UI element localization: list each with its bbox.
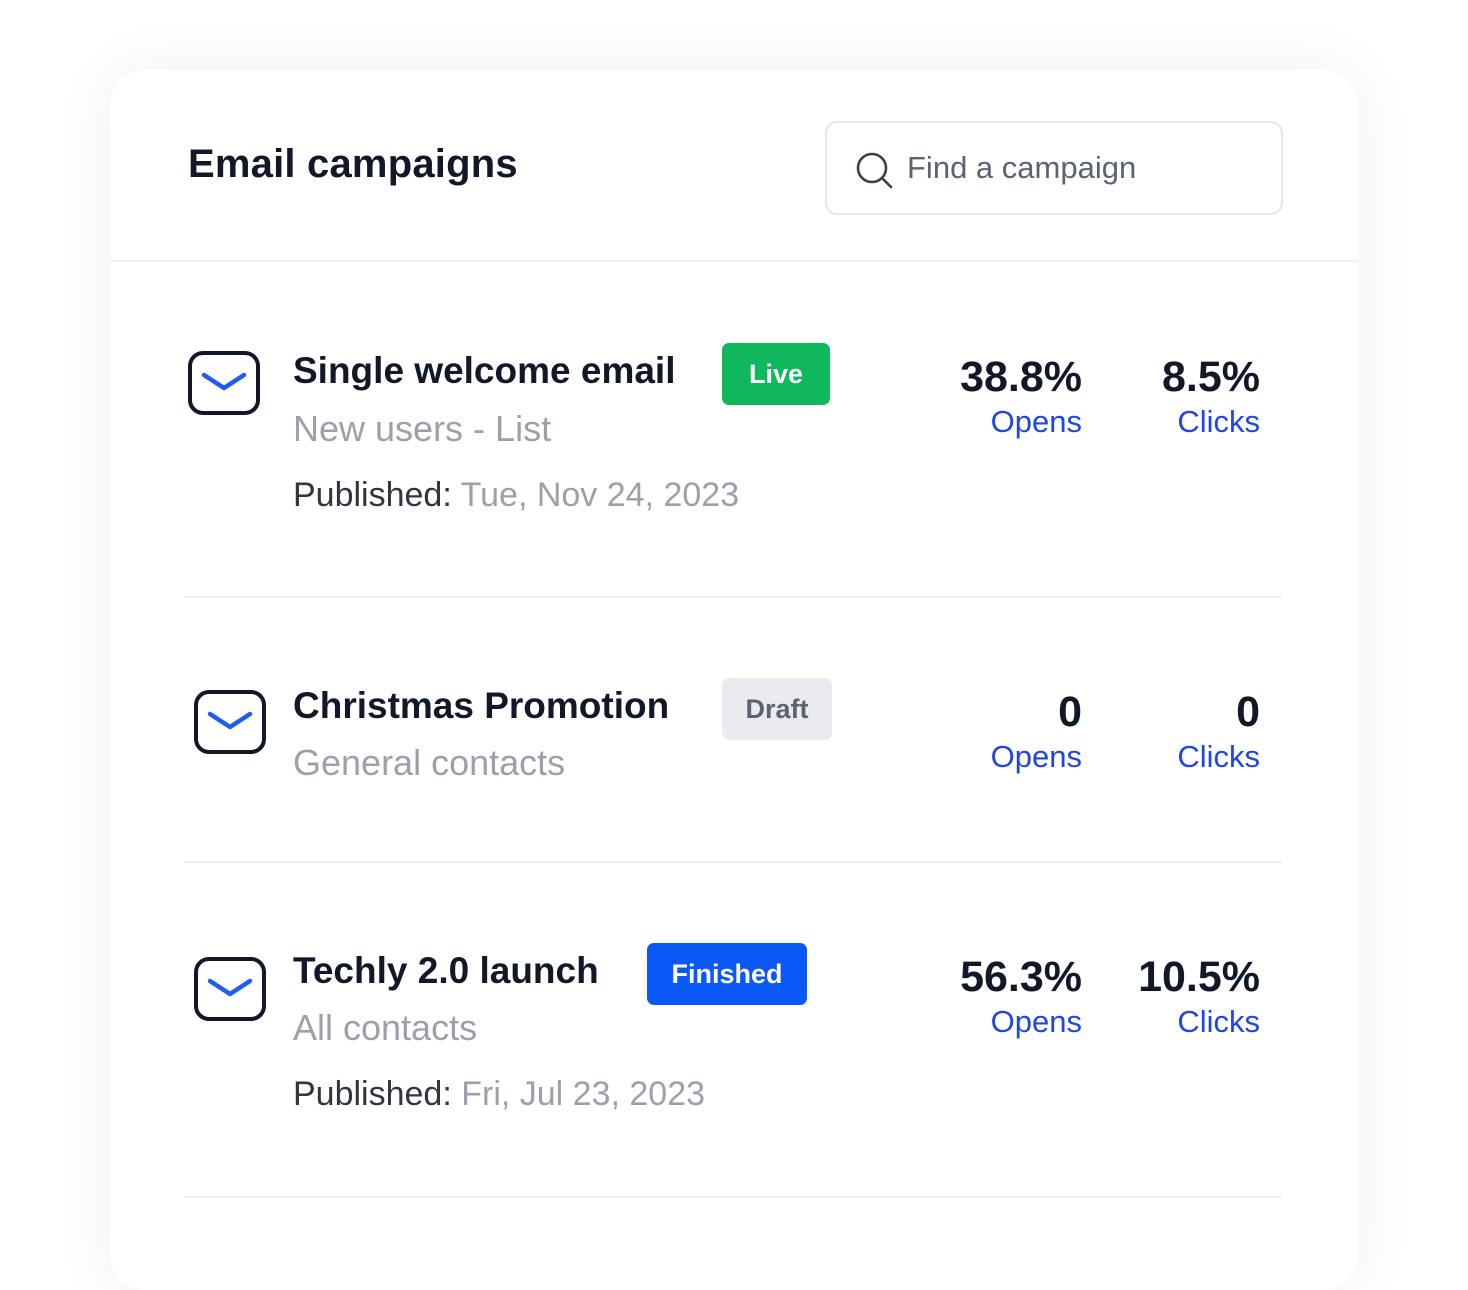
status-badge: Draft bbox=[722, 678, 832, 740]
opens-stat: 56.3% Opens bbox=[960, 952, 1082, 1042]
clicks-stat: 8.5% Clicks bbox=[1162, 352, 1260, 442]
campaign-name[interactable]: Techly 2.0 launch bbox=[293, 950, 599, 992]
mail-icon bbox=[194, 957, 266, 1021]
opens-value: 0 bbox=[1058, 688, 1082, 736]
opens-label: Opens bbox=[990, 1004, 1082, 1039]
published-info: Published: Fri, Jul 23, 2023 bbox=[293, 1075, 705, 1114]
opens-value: 38.8% bbox=[960, 353, 1082, 401]
clicks-value: 10.5% bbox=[1138, 953, 1260, 1001]
row-divider bbox=[184, 596, 1282, 598]
mail-icon bbox=[188, 351, 260, 415]
published-info: Published: Tue, Nov 24, 2023 bbox=[293, 476, 739, 515]
status-badge: Live bbox=[722, 343, 830, 405]
opens-label: Opens bbox=[990, 739, 1082, 774]
page-title: Email campaigns bbox=[188, 142, 518, 186]
campaign-audience: All contacts bbox=[293, 1007, 478, 1048]
clicks-label: Clicks bbox=[1177, 404, 1260, 439]
clicks-label: Clicks bbox=[1177, 1004, 1260, 1039]
status-badge: Finished bbox=[647, 943, 807, 1005]
published-date: Tue, Nov 24, 2023 bbox=[460, 476, 740, 514]
campaign-audience: General contacts bbox=[293, 742, 566, 783]
card-header: Email campaigns bbox=[110, 70, 1358, 262]
opens-stat: 0 Opens bbox=[991, 687, 1082, 777]
campaign-audience: New users - List bbox=[293, 408, 552, 449]
published-label: Published: bbox=[293, 476, 452, 514]
search-input[interactable] bbox=[907, 123, 1267, 213]
published-date: Fri, Jul 23, 2023 bbox=[461, 1075, 706, 1113]
row-divider bbox=[184, 861, 1282, 863]
search-box[interactable] bbox=[825, 121, 1283, 215]
clicks-value: 0 bbox=[1236, 688, 1260, 736]
campaigns-card: Email campaigns Single welcome email Liv… bbox=[110, 70, 1358, 1290]
clicks-stat: 10.5% Clicks bbox=[1138, 952, 1260, 1042]
opens-label: Opens bbox=[990, 404, 1082, 439]
row-divider bbox=[184, 1196, 1282, 1198]
campaign-name[interactable]: Single welcome email bbox=[293, 350, 675, 392]
opens-stat: 38.8% Opens bbox=[960, 352, 1082, 442]
opens-value: 56.3% bbox=[960, 953, 1082, 1001]
mail-icon bbox=[194, 690, 266, 754]
clicks-value: 8.5% bbox=[1161, 353, 1260, 401]
search-icon bbox=[856, 152, 893, 189]
campaign-name[interactable]: Christmas Promotion bbox=[293, 685, 669, 727]
clicks-label: Clicks bbox=[1177, 739, 1260, 774]
published-label: Published: bbox=[293, 1075, 452, 1113]
clicks-stat: 0 Clicks bbox=[1177, 687, 1260, 777]
